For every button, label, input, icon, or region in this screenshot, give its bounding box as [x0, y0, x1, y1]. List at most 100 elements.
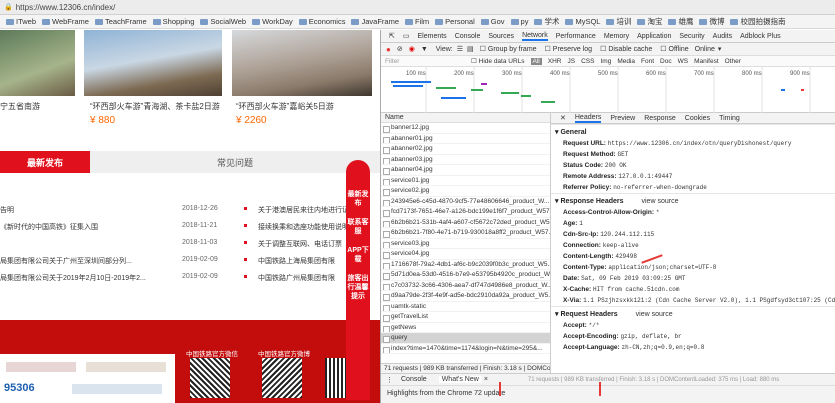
tab-faq[interactable]: 常见问题 [90, 151, 380, 173]
drawer-tab-console[interactable]: Console [401, 376, 427, 383]
bookmark-item[interactable]: JavaFrame [351, 17, 399, 26]
request-row[interactable]: abanner04.jpg [381, 165, 550, 176]
detail-tab-preview[interactable]: Preview [610, 115, 635, 122]
request-row[interactable]: 5d71d0ea-53d0-4516-b7e9-e53795b4920c_pro… [381, 270, 550, 281]
filter-type-other[interactable]: Other [725, 58, 741, 65]
request-row[interactable]: query [381, 333, 550, 344]
response-headers-section[interactable]: ▾ Response Headers view source [551, 193, 835, 207]
request-row[interactable]: 243945e6-c45d-4870-9cf5-77e48606646_prod… [381, 197, 550, 207]
request-row[interactable]: abanner03.jpg [381, 155, 550, 165]
bookmark-item[interactable]: 微博 [699, 16, 724, 27]
filter-type-manifest[interactable]: Manifest [694, 58, 719, 65]
bookmark-item[interactable]: Gov [480, 17, 505, 26]
offline-checkbox[interactable]: ☐ Offline [660, 45, 688, 53]
request-row[interactable]: service04.jpg [381, 249, 550, 260]
detail-tab-cookies[interactable]: Cookies [685, 115, 710, 122]
request-row[interactable]: uamtk-static [381, 302, 550, 312]
bookmark-item[interactable]: TeachFrame [94, 17, 147, 26]
devtools-tab-adblock-plus[interactable]: Adblock Plus [740, 33, 780, 40]
news-row[interactable]: 《新时代的中国高铁》征集入围 2018-11-21 接续换乘和选座功能使用说明 [0, 217, 380, 234]
devtools-tab-network[interactable]: Network [522, 32, 548, 41]
bookmark-item[interactable]: MySQL [565, 17, 600, 26]
filter-type-doc[interactable]: Doc [660, 58, 672, 65]
bookmark-item[interactable]: 培训 [606, 16, 631, 27]
request-row[interactable]: service02.jpg [381, 186, 550, 197]
card-title[interactable]: 宁五省南游 [0, 101, 40, 112]
filter-type-js[interactable]: JS [568, 58, 576, 65]
bookmark-item[interactable]: 雄鹰 [668, 16, 693, 27]
url-text[interactable]: https://www.12306.cn/index/ [16, 3, 116, 12]
news-left-title[interactable]: 《新时代的中国高铁》征集入围 [0, 222, 98, 232]
filter-type-xhr[interactable]: XHR [548, 58, 562, 65]
bookmark-item[interactable]: WebFrame [42, 17, 89, 26]
throttling-select[interactable]: Online [695, 46, 715, 53]
request-row[interactable]: fcd7173f-7651-46e7-a126-bdc199e1f6f7_pro… [381, 207, 550, 218]
news-right-title[interactable]: 接续换乘和选座功能使用说明 [258, 222, 349, 232]
devtools-tab-performance[interactable]: Performance [556, 33, 596, 40]
news-right-title[interactable]: 关于调整互联网、电话订票 [258, 239, 342, 249]
request-row[interactable]: c7c03732-3c66-4306-aea7-df747d4986e8_pro… [381, 281, 550, 291]
waterfall-view-icon[interactable]: ▤ [467, 45, 474, 53]
devtools-tab-sources[interactable]: Sources [488, 33, 514, 40]
close-icon[interactable]: × [484, 376, 488, 383]
filter-input[interactable]: Filter [385, 58, 465, 65]
request-row[interactable]: getTravelList [381, 312, 550, 323]
bookmark-item[interactable]: SocialWeb [200, 17, 246, 26]
detail-tab-headers[interactable]: Headers [574, 114, 602, 123]
card-title[interactable]: “环西部火车游”青海湖、茶卡盐2日游 [90, 101, 220, 112]
request-row[interactable]: service01.jpg [381, 176, 550, 186]
detail-tab-timing[interactable]: Timing [719, 115, 740, 122]
filter-type-media[interactable]: Media [617, 58, 635, 65]
bookmark-item[interactable]: WorkDay [252, 17, 293, 26]
news-row[interactable]: 告明 2018-12-26 关于港澳居民来往内地进行证件 [0, 200, 380, 217]
capture-icon[interactable]: ◉ [409, 45, 415, 53]
sidebar-item-app[interactable]: APP下载 [346, 246, 370, 264]
request-row[interactable]: 6b2b6b21-7f80-4e71-b719-930018a8ff2_prod… [381, 228, 550, 239]
request-row[interactable]: 1716678f-79a2-4db1-af6c-b9c2039f0b3c_pro… [381, 260, 550, 270]
clear-icon[interactable]: ⊘ [397, 45, 403, 53]
inspect-icon[interactable]: ⇱ [389, 32, 395, 40]
bookmark-item[interactable]: Film [405, 17, 429, 26]
filter-type-css[interactable]: CSS [581, 58, 594, 65]
sidebar-item-contact[interactable]: 联系客服 [346, 218, 370, 236]
request-headers-section[interactable]: ▾ Request Headers view source [551, 306, 835, 320]
preserve-log-checkbox[interactable]: ☐ Preserve log [545, 45, 593, 53]
filter-type-font[interactable]: Font [641, 58, 654, 65]
devtools-tab-elements[interactable]: Elements [418, 33, 447, 40]
bookmark-item[interactable]: Economics [298, 17, 345, 26]
request-row[interactable]: abanner02.jpg [381, 144, 550, 155]
news-row[interactable]: 局集团有限公司关于广州至深圳间部分列... 2019-02-09 中国铁路上海局集团… [0, 251, 380, 268]
filter-type-ws[interactable]: WS [678, 58, 688, 65]
bookmark-item[interactable]: Personal [435, 17, 475, 26]
request-row[interactable]: d9aa79de-2f3f-4e9f-ad5e-bdc2910da92a_pro… [381, 291, 550, 302]
news-right-title[interactable]: 关于港澳居民来往内地进行证件 [258, 205, 356, 215]
news-left-title[interactable]: 告明 [0, 205, 14, 215]
request-row[interactable]: 6b2b6b21-531b-4af4-a607-cf5672c72ded_pro… [381, 218, 550, 228]
request-row[interactable]: getNews [381, 323, 550, 333]
news-row[interactable]: 2018-11-03 关于调整互联网、电话订票 [0, 234, 380, 251]
news-right-title[interactable]: 中国铁路广州局集团有限 [258, 273, 335, 283]
record-icon[interactable]: ● [386, 45, 391, 54]
tour-card[interactable] [0, 30, 75, 96]
news-left-title[interactable]: 局集团有限公司关于2019年2月10日-2019年2... [0, 273, 146, 283]
card-title[interactable]: “环西部火车游”嘉峪关5日游 [236, 101, 334, 112]
address-bar[interactable]: 🔒 https://www.12306.cn/index/ [0, 0, 835, 15]
filter-type-all[interactable]: All [530, 57, 542, 65]
bookmark-item[interactable]: 学术 [534, 16, 559, 27]
list-view-icon[interactable]: ☰ [457, 45, 463, 53]
request-row[interactable]: abanner01.jpg [381, 134, 550, 144]
devtools-tab-security[interactable]: Security [679, 33, 704, 40]
view-source-link[interactable]: view source [642, 198, 679, 205]
group-by-frame-checkbox[interactable]: ☐ Group by frame [480, 45, 537, 53]
network-overview[interactable]: 100 ms 200 ms 300 ms 400 ms 500 ms 600 ms 700 … [381, 67, 835, 113]
close-icon[interactable]: ✕ [560, 114, 566, 122]
news-row[interactable]: 局集团有限公司关于2019年2月10日-2019年2... 2019-02-09 中… [0, 268, 380, 285]
general-section[interactable]: ▾ General [551, 124, 835, 138]
filter-type-img[interactable]: Img [600, 58, 611, 65]
bookmark-item[interactable]: 校园拍摄指南 [730, 16, 785, 27]
device-icon[interactable]: ▭ [403, 32, 410, 40]
sidebar-item-tips[interactable]: 旅客出行温馨提示 [346, 274, 370, 301]
devtools-tab-audits[interactable]: Audits [713, 33, 732, 40]
news-left-title[interactable]: 局集团有限公司关于广州至深圳间部分列... [0, 256, 132, 266]
hide-data-urls-checkbox[interactable]: ☐ Hide data URLs [471, 57, 525, 65]
